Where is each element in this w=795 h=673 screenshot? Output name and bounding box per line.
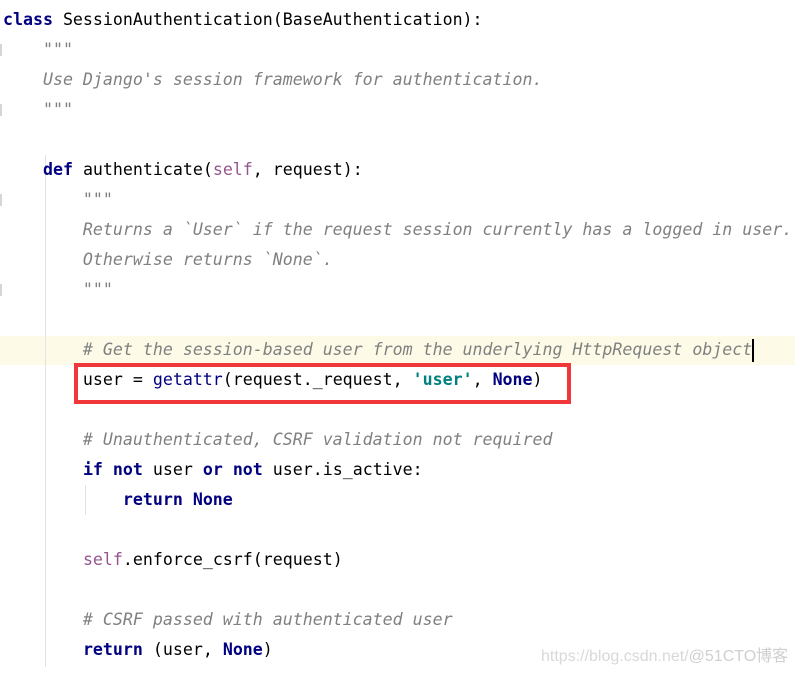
code-token: """	[3, 40, 73, 59]
code-token: authenticate(	[72, 160, 213, 179]
code-line[interactable]: """	[3, 95, 73, 125]
code-line[interactable]: """	[3, 35, 73, 65]
gutter-fold-marker	[0, 194, 2, 206]
code-token: Otherwise returns `None`.	[3, 250, 333, 269]
code-token: if not	[82, 460, 143, 479]
annotation-red-box	[74, 363, 571, 404]
gutter-fold-marker	[0, 284, 2, 296]
code-line[interactable]: """	[3, 185, 113, 215]
gutter-fold-marker	[0, 104, 2, 116]
code-token: """	[3, 280, 113, 299]
gutter-fold-marker	[0, 44, 2, 56]
code-token: def	[42, 160, 73, 179]
code-token: or not	[202, 460, 263, 479]
code-token: (user,	[142, 640, 223, 659]
code-line[interactable]: # Unauthenticated, CSRF validation not r…	[3, 425, 553, 455]
code-line[interactable]: return (user, None)	[3, 635, 273, 665]
code-token: user	[142, 460, 203, 479]
text-caret	[752, 339, 754, 362]
code-line[interactable]: Otherwise returns `None`.	[3, 245, 333, 275]
code-token: # CSRF passed with authenticated user	[3, 610, 453, 629]
code-token: Returns a `User` if the request session …	[3, 220, 793, 239]
code-token: .enforce_csrf(request)	[122, 550, 343, 569]
code-line[interactable]: """	[3, 275, 113, 305]
code-line[interactable]: # Get the session-based user from the un…	[3, 335, 752, 365]
code-line[interactable]: self.enforce_csrf(request)	[3, 545, 343, 575]
watermark-url: https://blog.csdn.net/	[541, 648, 689, 665]
code-token: None	[222, 640, 263, 659]
code-token: user.is_active:	[262, 460, 423, 479]
code-token: )	[262, 640, 273, 659]
code-token: Use Django's session framework for authe…	[3, 70, 543, 89]
code-token: return None	[122, 490, 233, 509]
code-token: , request):	[252, 160, 363, 179]
watermark: https://blog.csdn.net/@51CTO博客	[541, 642, 788, 666]
code-token: SessionAuthentication(BaseAuthentication…	[52, 10, 483, 29]
code-line[interactable]: return None	[3, 485, 233, 515]
code-line[interactable]: # CSRF passed with authenticated user	[3, 605, 453, 635]
code-editor[interactable]: class SessionAuthentication(BaseAuthenti…	[0, 0, 795, 673]
code-line[interactable]: def authenticate(self, request):	[3, 155, 363, 185]
code-line[interactable]: class SessionAuthentication(BaseAuthenti…	[3, 5, 483, 35]
code-token: self	[82, 550, 123, 569]
code-token: class	[3, 10, 53, 29]
code-token: self	[212, 160, 253, 179]
code-token: # Unauthenticated, CSRF validation not r…	[3, 430, 553, 449]
code-line[interactable]: Returns a `User` if the request session …	[3, 215, 792, 245]
code-token: # Get the session-based user from the un…	[3, 340, 753, 359]
watermark-brand: @51CTO博客	[688, 648, 789, 665]
code-line[interactable]: if not user or not user.is_active:	[3, 455, 423, 485]
code-token: return	[82, 640, 143, 659]
code-token: """	[3, 100, 73, 119]
code-token: """	[3, 190, 113, 209]
code-line[interactable]: Use Django's session framework for authe…	[3, 65, 543, 95]
